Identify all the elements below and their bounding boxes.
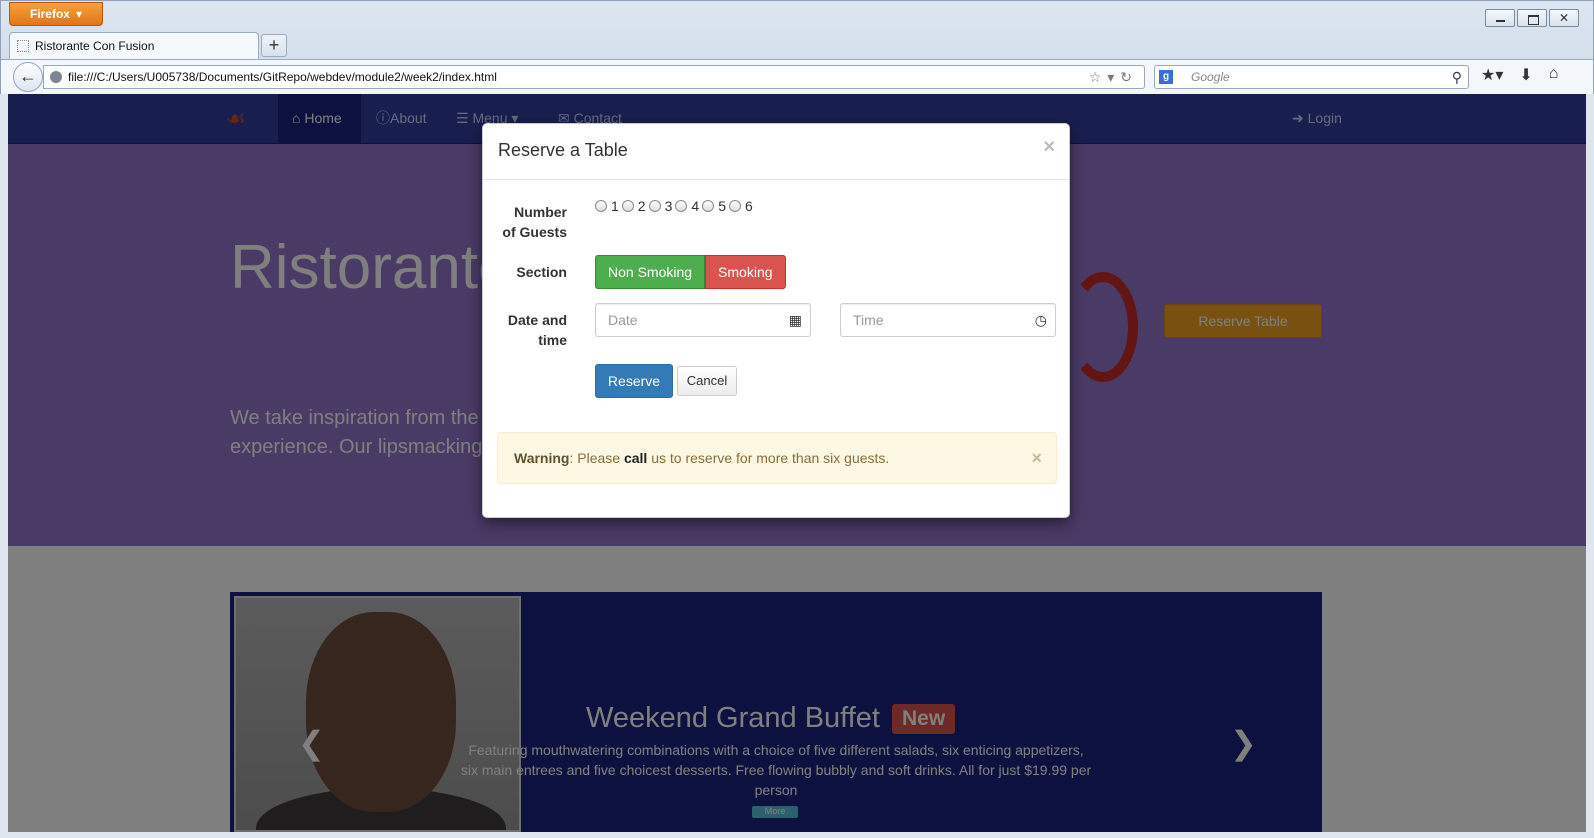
bookmarks-icon[interactable]: ★▾ — [1481, 65, 1503, 85]
reserve-button[interactable]: Reserve — [595, 364, 673, 398]
guest-radio-label: 4 — [691, 198, 700, 214]
search-box[interactable]: g Google ⚲ — [1154, 65, 1469, 89]
date-placeholder: Date — [608, 312, 638, 328]
guest-radio-5[interactable]: 5 — [702, 198, 728, 214]
datetime-label-line1: Date and — [507, 312, 567, 328]
clock-icon: ◷ — [1034, 312, 1047, 328]
guest-count-radios: 1 2 3 4 5 6 — [595, 198, 756, 214]
radio-circle[interactable] — [621, 200, 634, 212]
globe-icon — [50, 71, 62, 83]
smoking-button[interactable]: Smoking — [705, 255, 786, 289]
download-icon[interactable]: ⬇ — [1519, 65, 1532, 85]
back-button[interactable]: ← — [13, 62, 43, 92]
browser-toolbar: ← file:///C:/Users/U005738/Documents/Git… — [1, 59, 1593, 94]
alert-text-before: : Please — [569, 450, 624, 466]
section-label: Section — [516, 264, 567, 280]
radio-circle[interactable] — [728, 200, 741, 212]
alert-strong: Warning — [514, 450, 570, 466]
alert-call: call — [623, 450, 648, 466]
guest-radio-label: 6 — [744, 198, 753, 214]
bookmark-star-icon[interactable]: ☆▾↻ — [1089, 66, 1138, 88]
page-icon — [17, 40, 29, 52]
radio-circle[interactable] — [675, 200, 688, 212]
url-text: file:///C:/Users/U005738/Documents/GitRe… — [68, 70, 497, 84]
firefox-menu-button[interactable]: Firefox ▾ — [9, 2, 103, 26]
guests-label-line2: of Guests — [502, 224, 567, 240]
new-tab-button[interactable]: + — [261, 34, 287, 57]
radio-circle[interactable] — [595, 200, 607, 212]
address-bar[interactable]: file:///C:/Users/U005738/Documents/GitRe… — [43, 65, 1145, 89]
guest-radio-label: 3 — [664, 198, 673, 214]
reserve-modal: Reserve a Table × Number of Guests 1 2 3 … — [482, 123, 1070, 518]
warning-alert: Warning: Please call us to reserve for m… — [497, 432, 1057, 484]
maximize-button[interactable] — [1517, 9, 1547, 27]
guest-radio-label: 1 — [611, 198, 619, 214]
date-input[interactable]: Date ▦ — [595, 303, 811, 337]
datetime-label: Date and time — [493, 310, 567, 350]
firefox-label: Firefox — [29, 7, 70, 21]
radio-circle[interactable] — [702, 200, 715, 212]
alert-close-icon[interactable]: × — [1031, 433, 1042, 483]
search-icon[interactable]: ⚲ — [1452, 66, 1462, 88]
modal-header: Reserve a Table × — [483, 124, 1069, 180]
home-icon[interactable]: ⌂ — [1549, 65, 1559, 85]
dropdown-arrow-icon: ▾ — [75, 7, 83, 21]
non-smoking-button[interactable]: Non Smoking — [595, 255, 706, 289]
datetime-label-line2: time — [538, 332, 567, 348]
browser-tab[interactable]: Ristorante Con Fusion — [9, 32, 259, 59]
modal-title: Reserve a Table — [498, 140, 628, 160]
browser-chrome: Firefox ▾ ✕ Ristorante Con Fusion + ← fil… — [0, 0, 1594, 94]
guests-label: Number of Guests — [493, 202, 567, 242]
time-input[interactable]: Time ◷ — [840, 303, 1056, 337]
guest-radio-2[interactable]: 2 — [621, 198, 648, 214]
tab-title: Ristorante Con Fusion — [35, 39, 155, 53]
section-toggle: Non Smoking Smoking — [595, 255, 786, 289]
minimize-button[interactable] — [1485, 9, 1515, 27]
time-placeholder: Time — [853, 312, 884, 328]
window-controls: ✕ — [1485, 9, 1579, 27]
guest-radio-1[interactable]: 1 — [595, 198, 621, 214]
guest-radio-label: 5 — [718, 198, 726, 214]
alert-text-after: us to reserve for more than six guests. — [647, 450, 890, 466]
close-window-button[interactable]: ✕ — [1549, 9, 1579, 27]
guest-radio-3[interactable]: 3 — [648, 198, 675, 214]
guest-radio-6[interactable]: 6 — [728, 198, 755, 214]
calendar-icon: ▦ — [788, 312, 802, 328]
guests-label-line1: Number — [514, 204, 567, 220]
guest-radio-4[interactable]: 4 — [675, 198, 701, 214]
radio-circle[interactable] — [648, 200, 661, 212]
close-icon[interactable]: × — [1043, 136, 1055, 159]
cancel-button[interactable]: Cancel — [677, 366, 737, 396]
guest-radio-label: 2 — [637, 198, 646, 214]
toolbar-icons: ★▾ ⬇ ⌂ — [1481, 65, 1558, 85]
google-icon[interactable]: g — [1159, 70, 1173, 84]
search-placeholder: Google — [1191, 70, 1230, 84]
